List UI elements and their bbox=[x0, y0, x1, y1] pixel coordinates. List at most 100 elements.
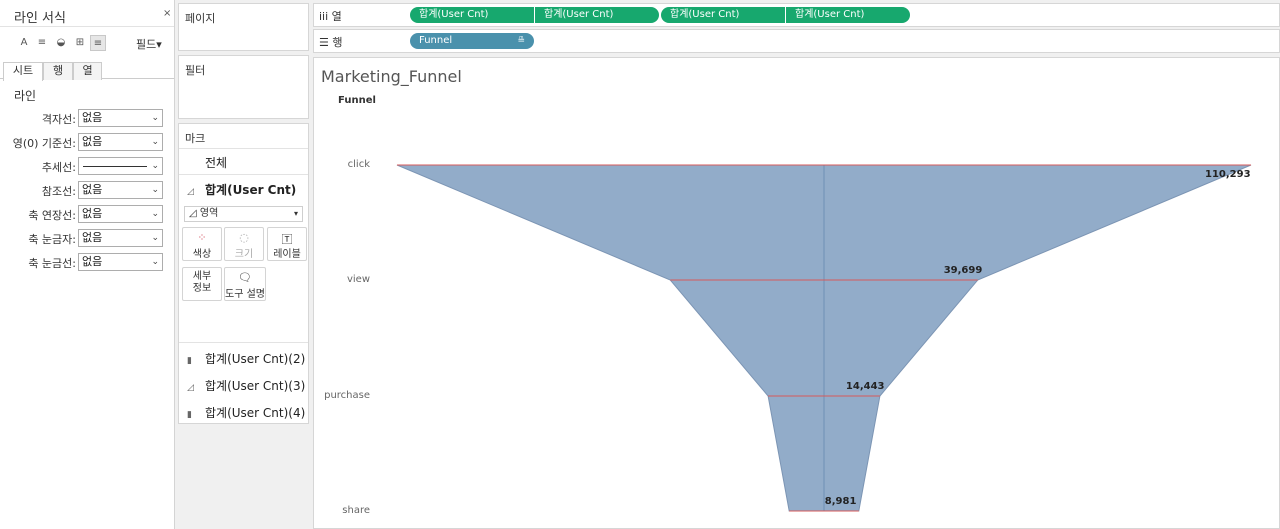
tooltip-icon: 🗨 bbox=[238, 271, 252, 284]
axis-ruler-value: 없음 bbox=[82, 231, 103, 244]
close-icon[interactable]: × bbox=[163, 8, 171, 19]
detail-button[interactable]: 세부 정보 bbox=[182, 267, 222, 301]
borders-format-icon[interactable]: ⊞ bbox=[72, 35, 88, 51]
pages-shelf[interactable]: 페이지 bbox=[178, 3, 309, 51]
bar-mark-icon: ▮ bbox=[187, 410, 192, 420]
marks-title: 마크 bbox=[185, 132, 206, 145]
value-label: 110,293 bbox=[1205, 169, 1251, 180]
axis-rulers-ext-label: 축 연장선: bbox=[28, 209, 76, 222]
lines-section-label: 라인 bbox=[14, 89, 37, 103]
axis-extension-select[interactable]: 없음 ⌄ bbox=[78, 205, 163, 223]
label-button-label: 레이블 bbox=[273, 249, 301, 260]
gridlines-label: 격자선: bbox=[41, 113, 76, 126]
marks-field-4-label: 합계(User Cnt)(4) bbox=[205, 406, 306, 420]
columns-pill-1[interactable]: 합계(User Cnt) bbox=[410, 7, 534, 23]
color-button[interactable]: ⁘ 색상 bbox=[182, 227, 222, 261]
zero-line-value: 없음 bbox=[82, 135, 103, 148]
zero-line-label: 영(0) 기준선: bbox=[12, 137, 76, 150]
marks-all-tab[interactable]: 전체 bbox=[205, 154, 227, 171]
viz-area: Marketing_Funnel Funnel click view purchas… bbox=[313, 57, 1280, 529]
label-button[interactable]: 🅃 레이블 bbox=[267, 227, 307, 261]
tooltip-button-label: 도구 설명 bbox=[225, 289, 265, 300]
reference-line-label: 참조선: bbox=[41, 185, 76, 198]
divider bbox=[179, 174, 308, 175]
filters-shelf[interactable]: 필터 bbox=[178, 55, 309, 119]
sort-icon: ≞ bbox=[517, 36, 525, 46]
line-style-swatch bbox=[83, 166, 147, 167]
lines-format-icon[interactable]: ≡ bbox=[90, 35, 106, 51]
rows-shelf-label: ☰ 행 bbox=[319, 36, 343, 49]
filters-title: 필터 bbox=[185, 64, 206, 77]
format-tabs: 시트 행 열 bbox=[0, 60, 174, 81]
size-icon: ◌ bbox=[239, 231, 249, 244]
axis-ruler-label: 축 눈금자: bbox=[28, 233, 76, 246]
gridlines-select[interactable]: 없음 ⌄ bbox=[78, 109, 163, 127]
area-mark-icon: ◿ bbox=[187, 187, 194, 197]
size-button-label: 크기 bbox=[234, 249, 254, 260]
marks-field-2-label: 합계(User Cnt)(2) bbox=[205, 352, 306, 366]
columns-shelf[interactable]: iii 열 합계(User Cnt) 합계(User Cnt) 합계(User … bbox=[313, 3, 1280, 27]
fields-dropdown[interactable]: 필드▾ bbox=[136, 36, 162, 52]
chevron-down-icon: ⌄ bbox=[151, 113, 159, 123]
rows-pill-funnel[interactable]: Funnel ≞ bbox=[410, 33, 534, 49]
tab-rows[interactable]: 행 bbox=[43, 62, 73, 80]
tooltip-button[interactable]: 🗨 도구 설명 bbox=[224, 267, 266, 301]
rows-shelf[interactable]: ☰ 행 Funnel ≞ bbox=[313, 29, 1280, 53]
shading-format-icon[interactable]: ◒ bbox=[53, 35, 69, 51]
chevron-down-icon: ⌄ bbox=[151, 233, 159, 243]
value-label: 8,981 bbox=[824, 496, 857, 507]
marks-field-active[interactable]: ◿ 합계(User Cnt) bbox=[187, 181, 296, 198]
chevron-down-icon: ⌄ bbox=[151, 137, 159, 147]
marks-field-3-label: 합계(User Cnt)(3) bbox=[205, 379, 306, 393]
area-mark-icon: ◿ bbox=[187, 383, 194, 393]
reference-line-select[interactable]: 없음 ⌄ bbox=[78, 181, 163, 199]
reference-line-value: 없음 bbox=[82, 183, 103, 196]
pages-title: 페이지 bbox=[185, 12, 216, 25]
mark-type-value: 영역 bbox=[199, 208, 219, 219]
marks-field-3[interactable]: ◿ 합계(User Cnt)(3) bbox=[187, 377, 305, 394]
columns-pill-4[interactable]: 합계(User Cnt) bbox=[786, 7, 910, 23]
columns-pill-3[interactable]: 합계(User Cnt) bbox=[661, 7, 785, 23]
chevron-down-icon: ⌄ bbox=[151, 257, 159, 267]
divider bbox=[0, 26, 174, 27]
tab-sheet[interactable]: 시트 bbox=[3, 62, 43, 81]
chevron-down-icon: ⌄ bbox=[151, 209, 159, 219]
marks-field-4[interactable]: ▮ 합계(User Cnt)(4) bbox=[187, 404, 305, 421]
size-button[interactable]: ◌ 크기 bbox=[224, 227, 264, 261]
color-button-label: 색상 bbox=[192, 249, 212, 260]
color-dots-icon: ⁘ bbox=[197, 231, 207, 244]
axis-ticks-value: 없음 bbox=[82, 255, 103, 268]
divider bbox=[179, 148, 308, 149]
area-mark-icon: ◿ bbox=[189, 208, 200, 219]
gridlines-value: 없음 bbox=[82, 111, 103, 124]
text-label-icon: 🅃 bbox=[281, 233, 293, 246]
tab-columns[interactable]: 열 bbox=[73, 62, 102, 80]
axis-ruler-select[interactable]: 없음 ⌄ bbox=[78, 229, 163, 247]
columns-shelf-label: iii 열 bbox=[319, 10, 342, 23]
zero-line-select[interactable]: 없음 ⌄ bbox=[78, 133, 163, 151]
axis-extension-value: 없음 bbox=[82, 207, 103, 220]
chevron-down-icon: ⌄ bbox=[151, 185, 159, 195]
tableau-workspace: 라인 서식 × A ≡ ◒ ⊞ ≡ 필드▾ 시트 행 열 라인 격자선: 없음 ⌄… bbox=[0, 0, 1280, 529]
marks-field-active-label: 합계(User Cnt) bbox=[205, 183, 297, 197]
trend-line-select[interactable]: ⌄ bbox=[78, 157, 163, 175]
axis-ticks-select[interactable]: 없음 ⌄ bbox=[78, 253, 163, 271]
mark-type-select[interactable]: ◿ 영역 ▾ bbox=[184, 206, 303, 222]
axis-ticks-label: 축 눈금선: bbox=[28, 257, 76, 270]
divider bbox=[179, 342, 308, 343]
font-format-icon[interactable]: A bbox=[16, 35, 32, 51]
marks-field-2[interactable]: ▮ 합계(User Cnt)(2) bbox=[187, 350, 305, 367]
rows-pill-funnel-label: Funnel bbox=[419, 35, 453, 46]
bar-mark-icon: ▮ bbox=[187, 356, 192, 366]
alignment-format-icon[interactable]: ≡ bbox=[34, 35, 50, 51]
chevron-down-icon: ⌄ bbox=[151, 161, 159, 171]
format-pane-title: 라인 서식 bbox=[14, 11, 66, 26]
columns-pill-2[interactable]: 합계(User Cnt) bbox=[535, 7, 659, 23]
chevron-down-icon: ▾ bbox=[293, 209, 298, 218]
marks-card: 마크 전체 ◿ 합계(User Cnt) ◿ 영역 ▾ ⁘ 색상 ◌ 크기 🅃 레이블 세… bbox=[178, 123, 309, 424]
value-label: 14,443 bbox=[845, 381, 885, 392]
value-label: 39,699 bbox=[943, 265, 983, 276]
trend-line-label: 추세선: bbox=[41, 161, 76, 174]
funnel-chart bbox=[396, 164, 1252, 512]
format-lines-pane: 라인 서식 × A ≡ ◒ ⊞ ≡ 필드▾ 시트 행 열 라인 격자선: 없음 ⌄… bbox=[0, 0, 175, 529]
